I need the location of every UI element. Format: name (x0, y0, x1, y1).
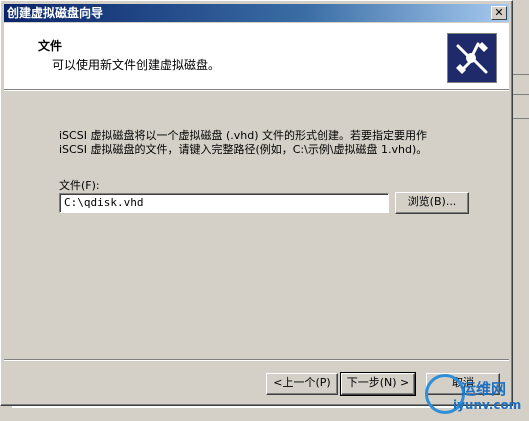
description-text: iSCSI 虚拟磁盘将以一个虚拟磁盘 (.vhd) 文件的形式创建。若要指定要用… (59, 129, 427, 157)
header-separator-highlight (4, 90, 509, 91)
page-subtitle: 可以使用新文件创建虚拟磁盘。 (52, 58, 221, 72)
title-bar[interactable]: 创建虚拟磁盘向导 ✕ (4, 4, 509, 22)
footer-separator-highlight (4, 360, 509, 361)
background-app-right (513, 0, 529, 421)
watermark-text-1: 运维网 (461, 380, 507, 398)
wizard-header: 文件 可以使用新文件创建虚拟磁盘。 (4, 23, 509, 89)
description-line-2: iSCSI 虚拟磁盘的文件，请键入完整路径(例如，C:\示例\虚拟磁盘 1.vh… (59, 143, 428, 156)
browse-button[interactable]: 浏览(B)... (395, 192, 469, 214)
site-watermark: 运维网 iyunv.com (425, 372, 525, 416)
next-button[interactable]: 下一步(N) > (340, 372, 416, 396)
wizard-dialog: 创建虚拟磁盘向导 ✕ 文件 可以使用新文件创建虚拟磁盘。 iSCSI 虚拟磁盘将… (0, 0, 513, 406)
file-label: 文件(F): (59, 179, 100, 192)
back-button[interactable]: <上一个(P) (266, 373, 338, 395)
page-title: 文件 (38, 39, 63, 53)
file-path-input[interactable]: C:\qdisk.vhd (59, 193, 389, 213)
description-line-1: iSCSI 虚拟磁盘将以一个虚拟磁盘 (.vhd) 文件的形式创建。若要指定要用… (59, 129, 427, 142)
close-button[interactable]: ✕ (491, 6, 507, 20)
virtual-disk-icon (447, 33, 497, 83)
watermark-text-2: iyunv.com (453, 398, 522, 412)
window-title: 创建虚拟磁盘向导 (7, 6, 104, 20)
